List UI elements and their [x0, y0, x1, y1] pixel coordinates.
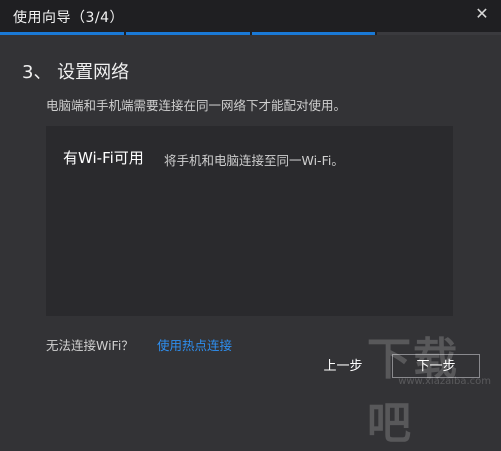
progress-step-3	[251, 32, 376, 35]
wifi-available-label: 有Wi-Fi可用	[63, 149, 144, 167]
watermark-text: 下载吧	[367, 334, 459, 449]
network-option-panel: 有Wi-Fi可用 将手机和电脑连接至同一Wi-Fi。	[46, 126, 453, 316]
watermark-logo: 下载吧 www.xiazaiba.com	[367, 319, 497, 449]
step-progress-bar	[0, 32, 501, 35]
step-description: 电脑端和手机端需要连接在同一网络下才能配对使用。	[46, 98, 347, 113]
wifi-hint: 将手机和电脑连接至同一Wi-Fi。	[164, 153, 344, 168]
watermark-url: www.xiazaiba.com	[398, 376, 491, 387]
prev-button[interactable]: 上一步	[313, 355, 373, 379]
use-hotspot-link[interactable]: 使用热点连接	[157, 335, 232, 354]
window-title: 使用向导（3/4）	[13, 10, 125, 26]
close-icon[interactable]: ✕	[473, 5, 491, 23]
title-bar: 使用向导（3/4） ✕	[0, 0, 501, 32]
progress-step-1	[0, 32, 124, 35]
step-title: 3、 设置网络	[22, 62, 130, 83]
cannot-connect-text: 无法连接WiFi？	[46, 338, 134, 353]
progress-step-2	[125, 32, 250, 35]
progress-step-4	[377, 32, 501, 35]
